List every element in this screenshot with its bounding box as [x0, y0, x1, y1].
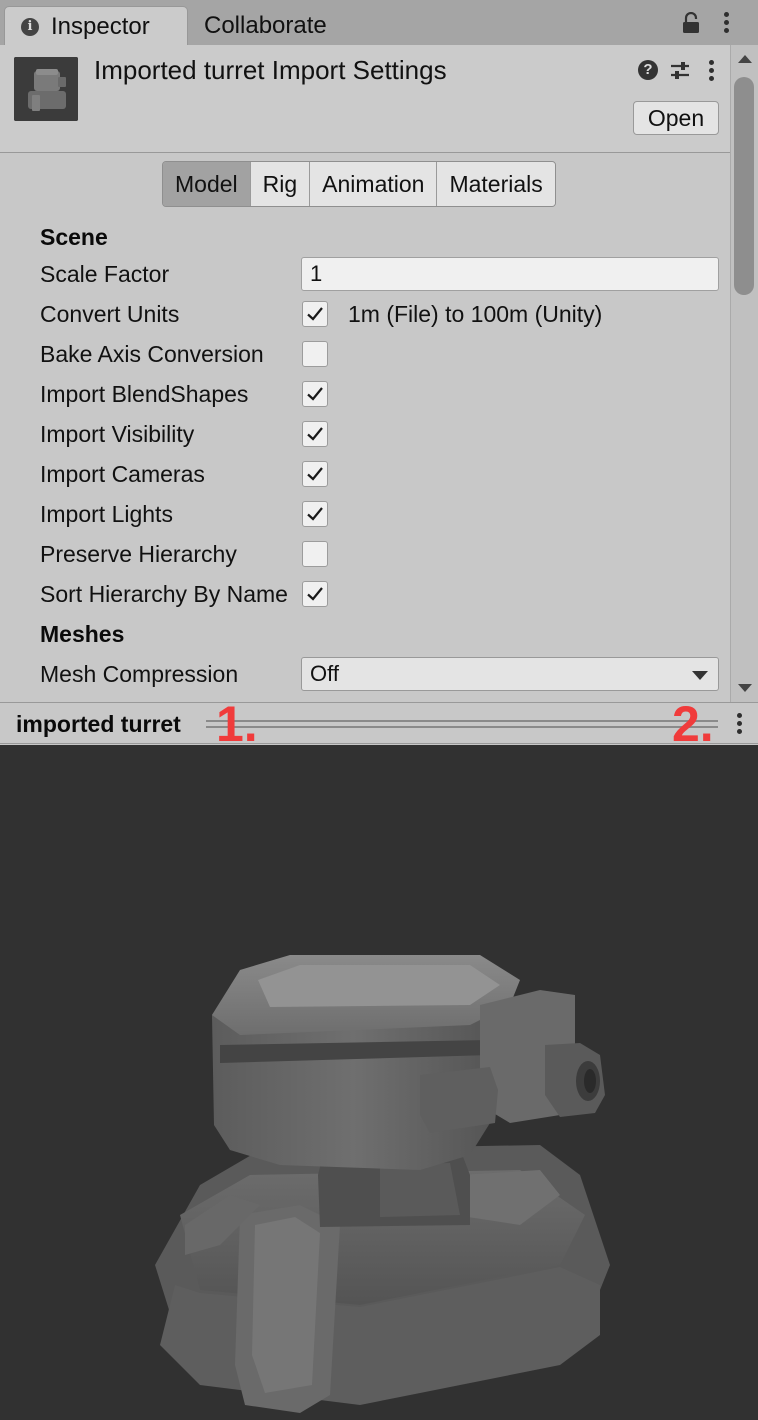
turret-model-render — [155, 955, 610, 1413]
info-icon: i — [21, 18, 39, 36]
import-blendshapes-checkbox[interactable] — [302, 381, 328, 407]
checkmark-icon — [307, 467, 323, 481]
open-button[interactable]: Open — [633, 101, 719, 135]
checkmark-icon — [307, 507, 323, 521]
import-visibility-label: Import Visibility — [40, 421, 195, 447]
chevron-down-icon — [692, 671, 708, 680]
scale-factor-label: Scale Factor — [40, 261, 170, 287]
lock-icon[interactable] — [681, 12, 701, 34]
bake-axis-conversion-label: Bake Axis Conversion — [40, 341, 264, 367]
preserve-hierarchy-checkbox[interactable] — [302, 541, 328, 567]
import-lights-checkbox[interactable] — [302, 501, 328, 527]
sort-hierarchy-label: Sort Hierarchy By Name — [40, 581, 288, 607]
tab-model[interactable]: Model — [163, 162, 251, 206]
meshes-heading: Meshes — [40, 621, 125, 647]
inspector-scrollbar[interactable] — [730, 45, 758, 702]
presets-sliders-icon[interactable] — [669, 60, 691, 82]
scroll-down-arrow-icon[interactable] — [738, 684, 752, 692]
preview-resize-handle[interactable] — [206, 720, 718, 728]
mesh-compression-dropdown[interactable]: Off — [301, 657, 719, 691]
import-settings-body: Model Rig Animation Materials Scene Scal… — [0, 154, 730, 702]
tab-animation[interactable]: Animation — [310, 162, 438, 206]
checkmark-icon — [307, 587, 323, 601]
asset-thumbnail — [14, 57, 78, 121]
checkmark-icon — [307, 387, 323, 401]
import-tabs-toolbar: Model Rig Animation Materials — [162, 161, 556, 207]
convert-units-note: 1m (File) to 100m (Unity) — [348, 301, 603, 327]
header-title: Imported turret Import Settings — [94, 55, 447, 85]
tab-menu-kebab-icon[interactable] — [717, 10, 735, 36]
sort-hierarchy-checkbox[interactable] — [302, 581, 328, 607]
bake-axis-conversion-checkbox[interactable] — [302, 341, 328, 367]
import-cameras-label: Import Cameras — [40, 461, 205, 487]
checkmark-icon — [307, 427, 323, 441]
convert-units-checkbox[interactable] — [302, 301, 328, 327]
tab-rig[interactable]: Rig — [250, 162, 311, 206]
scroll-up-arrow-icon[interactable] — [738, 55, 752, 63]
tab-collaborate[interactable]: Collaborate — [204, 6, 327, 45]
checkmark-icon — [307, 307, 323, 321]
scale-factor-input[interactable]: 1 — [301, 257, 719, 291]
model-preview-viewport[interactable] — [0, 745, 758, 1420]
scene-heading: Scene — [40, 224, 108, 250]
header-menu-kebab-icon[interactable] — [702, 58, 720, 84]
tab-inspector[interactable]: i Inspector — [4, 6, 188, 45]
import-blendshapes-label: Import BlendShapes — [40, 381, 249, 407]
tab-inspector-label: Inspector — [51, 13, 150, 40]
help-icon[interactable]: ? — [638, 60, 658, 80]
import-lights-label: Import Lights — [40, 501, 173, 527]
scroll-thumb[interactable] — [734, 77, 754, 295]
tab-bar: i Inspector Collaborate — [0, 0, 758, 45]
convert-units-label: Convert Units — [40, 301, 180, 327]
import-visibility-checkbox[interactable] — [302, 421, 328, 447]
preview-title: imported turret — [16, 711, 181, 737]
mesh-compression-label: Mesh Compression — [40, 661, 239, 687]
mesh-compression-value: Off — [310, 661, 339, 686]
inspector-header: Imported turret Import Settings ? Open — [0, 45, 730, 153]
preserve-hierarchy-label: Preserve Hierarchy — [40, 541, 237, 567]
tab-materials[interactable]: Materials — [437, 162, 555, 206]
import-cameras-checkbox[interactable] — [302, 461, 328, 487]
preview-header: imported turret 1. 2. — [0, 696, 758, 752]
preview-menu-kebab-icon[interactable] — [730, 711, 748, 737]
